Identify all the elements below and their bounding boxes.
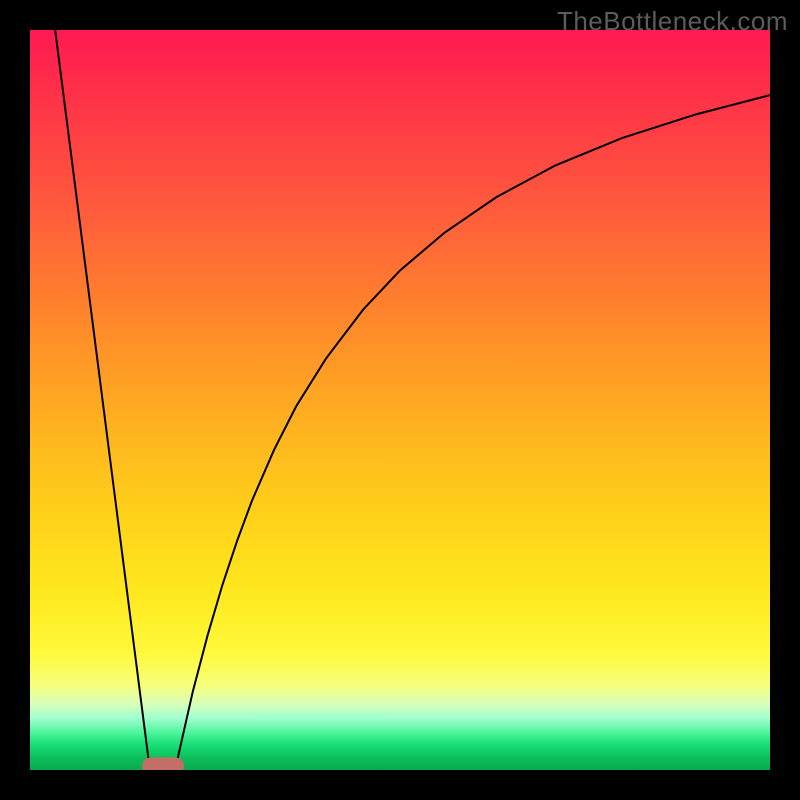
watermark-text: TheBottleneck.com (557, 6, 788, 37)
chart-frame: TheBottleneck.com (0, 0, 800, 800)
plot-area (30, 30, 770, 770)
curve-path (55, 30, 770, 770)
bottleneck-curve (30, 30, 770, 770)
optimal-marker (142, 758, 184, 771)
